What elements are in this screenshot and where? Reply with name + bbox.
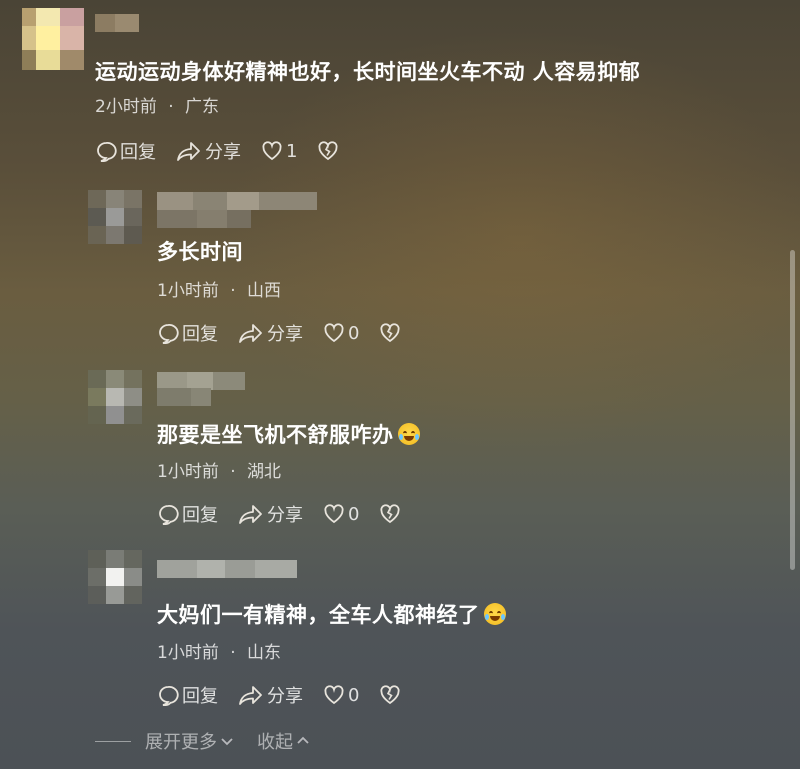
reply-meta: 1小时前 · 湖北 [157, 457, 281, 482]
reply-text: 那要是坐飞机不舒服咋办 [157, 419, 420, 449]
comment-location: 广东 [185, 97, 220, 117]
avatar[interactable] [22, 8, 84, 70]
share-label: 分享 [205, 142, 241, 163]
share-arrow-icon [239, 505, 262, 524]
username-blurred[interactable] [95, 14, 139, 32]
reply-actions: 回复 分享 0 [157, 501, 421, 527]
heart-icon [324, 323, 344, 343]
like-button[interactable]: 1 [261, 140, 297, 162]
share-arrow-icon [177, 142, 200, 161]
chevron-down-icon [221, 738, 233, 746]
meta-separator: · [230, 643, 236, 663]
dislike-button[interactable] [379, 503, 401, 525]
reply-button[interactable]: 回复 [157, 501, 218, 527]
like-count: 0 [348, 503, 360, 525]
divider [95, 740, 131, 742]
collapse-label: 收起 [257, 732, 293, 753]
reply-location: 湖北 [247, 462, 282, 482]
reply-time: 1小时前 [157, 462, 219, 482]
meta-separator: · [230, 462, 236, 482]
like-count: 0 [348, 322, 360, 344]
like-count: 1 [286, 140, 298, 162]
heart-icon [262, 141, 282, 161]
reply-button[interactable]: 回复 [157, 320, 218, 346]
like-button[interactable]: 0 [323, 684, 359, 706]
comment-bubble-icon [159, 324, 179, 344]
avatar[interactable] [88, 370, 142, 424]
username-blurred-row2 [157, 388, 211, 406]
broken-heart-icon [380, 685, 400, 705]
heart-icon [324, 504, 344, 524]
reply-text: 大妈们一有精神，全车人都神经了 [157, 599, 506, 629]
comment-actions: 回复 分享 1 [95, 138, 359, 164]
dislike-button[interactable] [379, 322, 401, 344]
share-arrow-icon [239, 686, 262, 705]
comment-text: 运动运动身体好精神也好，长时间坐火车不动 人容易抑郁 [95, 60, 641, 84]
broken-heart-icon [318, 141, 338, 161]
dislike-button[interactable] [317, 140, 339, 162]
reply-label: 回复 [182, 505, 218, 526]
avatar[interactable] [88, 190, 142, 244]
crying-laughing-emoji [397, 423, 420, 445]
reply-button[interactable]: 回复 [157, 682, 218, 708]
share-label: 分享 [267, 686, 303, 707]
reply-text-content: 那要是坐飞机不舒服咋办 [157, 423, 394, 447]
share-label: 分享 [267, 505, 303, 526]
reply-meta: 1小时前 · 山东 [157, 638, 281, 663]
meta-separator: · [168, 97, 174, 117]
replies-footer: 展开更多 收起 [95, 728, 333, 754]
comment-meta: 2小时前 · 广东 [95, 92, 219, 117]
reply-label: 回复 [182, 686, 218, 707]
broken-heart-icon [380, 504, 400, 524]
username-blurred[interactable] [157, 560, 297, 578]
share-button[interactable]: 分享 [238, 682, 303, 708]
collapse-button[interactable]: 收起 [257, 728, 311, 754]
expand-more-button[interactable]: 展开更多 [145, 728, 235, 754]
share-arrow-icon [239, 324, 262, 343]
reply-text: 多长时间 [157, 240, 243, 264]
broken-heart-icon [380, 323, 400, 343]
scrollbar[interactable] [790, 250, 795, 570]
reply-time: 1小时前 [157, 281, 219, 301]
reply-meta: 1小时前 · 山西 [157, 276, 281, 301]
like-count: 0 [348, 684, 360, 706]
reply-location: 山东 [247, 643, 282, 663]
reply-location: 山西 [247, 281, 282, 301]
expand-more-label: 展开更多 [145, 732, 217, 753]
heart-icon [324, 685, 344, 705]
share-label: 分享 [267, 324, 303, 345]
like-button[interactable]: 0 [323, 503, 359, 525]
reply-label: 回复 [120, 142, 156, 163]
avatar[interactable] [88, 550, 142, 604]
username-blurred[interactable] [157, 192, 317, 210]
comment-bubble-icon [159, 686, 179, 706]
meta-separator: · [230, 281, 236, 301]
chevron-up-icon [297, 736, 309, 744]
comment-bubble-icon [97, 142, 117, 162]
reply-label: 回复 [182, 324, 218, 345]
reply-actions: 回复 分享 0 [157, 682, 421, 708]
username-blurred-row2 [157, 210, 251, 228]
share-button[interactable]: 分享 [238, 501, 303, 527]
like-button[interactable]: 0 [323, 322, 359, 344]
reply-actions: 回复 分享 0 [157, 320, 421, 346]
share-button[interactable]: 分享 [238, 320, 303, 346]
reply-button[interactable]: 回复 [95, 138, 156, 164]
dislike-button[interactable] [379, 684, 401, 706]
comment-time: 2小时前 [95, 97, 157, 117]
share-button[interactable]: 分享 [176, 138, 241, 164]
laughing-tears-emoji [483, 603, 506, 625]
reply-time: 1小时前 [157, 643, 219, 663]
comment-bubble-icon [159, 505, 179, 525]
reply-text-content: 大妈们一有精神，全车人都神经了 [157, 603, 480, 627]
